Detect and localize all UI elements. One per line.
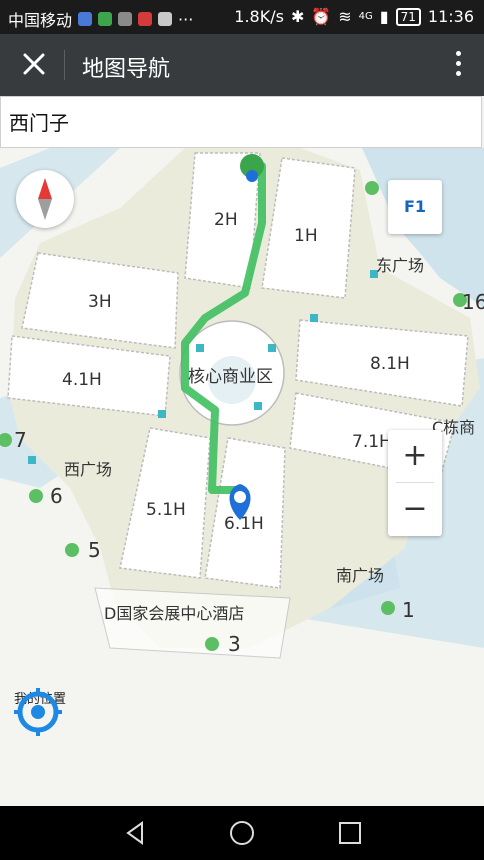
more-notifications-dots: ··· bbox=[178, 9, 194, 29]
floor-selector-button[interactable]: F1 bbox=[388, 180, 442, 234]
close-button[interactable] bbox=[18, 48, 50, 80]
hall-label[interactable]: 3H bbox=[88, 292, 112, 312]
hall-label[interactable]: 2H bbox=[214, 210, 238, 230]
west-plaza-label: 西广场 bbox=[64, 460, 113, 479]
compass-icon bbox=[38, 178, 52, 220]
battery-icon: 71 bbox=[395, 7, 421, 26]
gate-number: 5 bbox=[88, 538, 101, 562]
hall-label[interactable]: 7.1H bbox=[352, 432, 392, 452]
system-nav-bar bbox=[0, 806, 484, 860]
gate-number: 16 bbox=[462, 290, 484, 314]
news-notification-icon bbox=[138, 12, 153, 26]
hotel-label[interactable]: D国家会展中心酒店 bbox=[104, 600, 244, 624]
clock: 11:36 bbox=[427, 7, 474, 26]
location-target-icon bbox=[14, 688, 62, 736]
search-bar bbox=[0, 96, 482, 148]
close-icon bbox=[23, 53, 45, 75]
hall-label[interactable]: 6.1H bbox=[224, 514, 264, 534]
east-plaza-label: 东广场 bbox=[376, 256, 425, 275]
back-icon[interactable] bbox=[122, 819, 150, 847]
gate-number: 3 bbox=[228, 632, 241, 656]
gate-number: 6 bbox=[50, 484, 63, 508]
page-title: 地图导航 bbox=[82, 57, 171, 82]
wifi-icon: ≋ bbox=[338, 7, 352, 26]
app-bar-divider bbox=[64, 50, 65, 80]
hall-label[interactable]: 8.1H bbox=[370, 354, 410, 374]
zoom-in-button[interactable]: + bbox=[388, 430, 442, 482]
alarm-icon: ⏰ bbox=[311, 7, 332, 26]
network-type: 4G bbox=[358, 11, 373, 22]
zoom-out-button[interactable]: − bbox=[388, 483, 442, 535]
hall-label[interactable]: 5.1H bbox=[146, 500, 186, 520]
my-location-button[interactable]: 我的位置 bbox=[12, 686, 68, 758]
south-plaza-label: 南广场 bbox=[336, 566, 385, 585]
zoom-control: + − bbox=[388, 430, 442, 536]
hall-label[interactable]: 4.1H bbox=[62, 370, 102, 390]
bluetooth-icon: ✱ bbox=[290, 7, 305, 26]
gallery-notification-icon bbox=[118, 12, 133, 26]
gate-number: 1 bbox=[402, 598, 415, 622]
app-notification-icon bbox=[78, 12, 93, 26]
home-icon[interactable] bbox=[228, 819, 256, 847]
app-bar: 地图导航 bbox=[0, 34, 484, 96]
carrier-label: 中国移动 bbox=[8, 11, 73, 30]
signal-icon: ▮ bbox=[379, 7, 389, 26]
network-speed: 1.8K/s bbox=[234, 7, 284, 26]
wechat-notification-icon bbox=[98, 12, 113, 26]
gate-number: 7 bbox=[14, 428, 27, 452]
core-business-area-label[interactable]: 核心商业区 bbox=[188, 362, 273, 387]
search-input[interactable] bbox=[1, 97, 477, 145]
map-view[interactable]: 2H 1H 3H 8.1H 4.1H 7.1H 5.1H 6.1H 核心商业区 … bbox=[0, 148, 484, 806]
map-notification-icon bbox=[158, 12, 173, 26]
recent-apps-icon[interactable] bbox=[336, 819, 364, 847]
compass-button[interactable] bbox=[16, 170, 74, 228]
hall-label[interactable]: 1H bbox=[294, 226, 318, 246]
status-bar: 中国移动 ··· 1.8K/s ✱ ⏰ ≋ 4G ▮ 71 11:36 bbox=[0, 0, 484, 34]
more-menu-button[interactable] bbox=[446, 46, 470, 82]
